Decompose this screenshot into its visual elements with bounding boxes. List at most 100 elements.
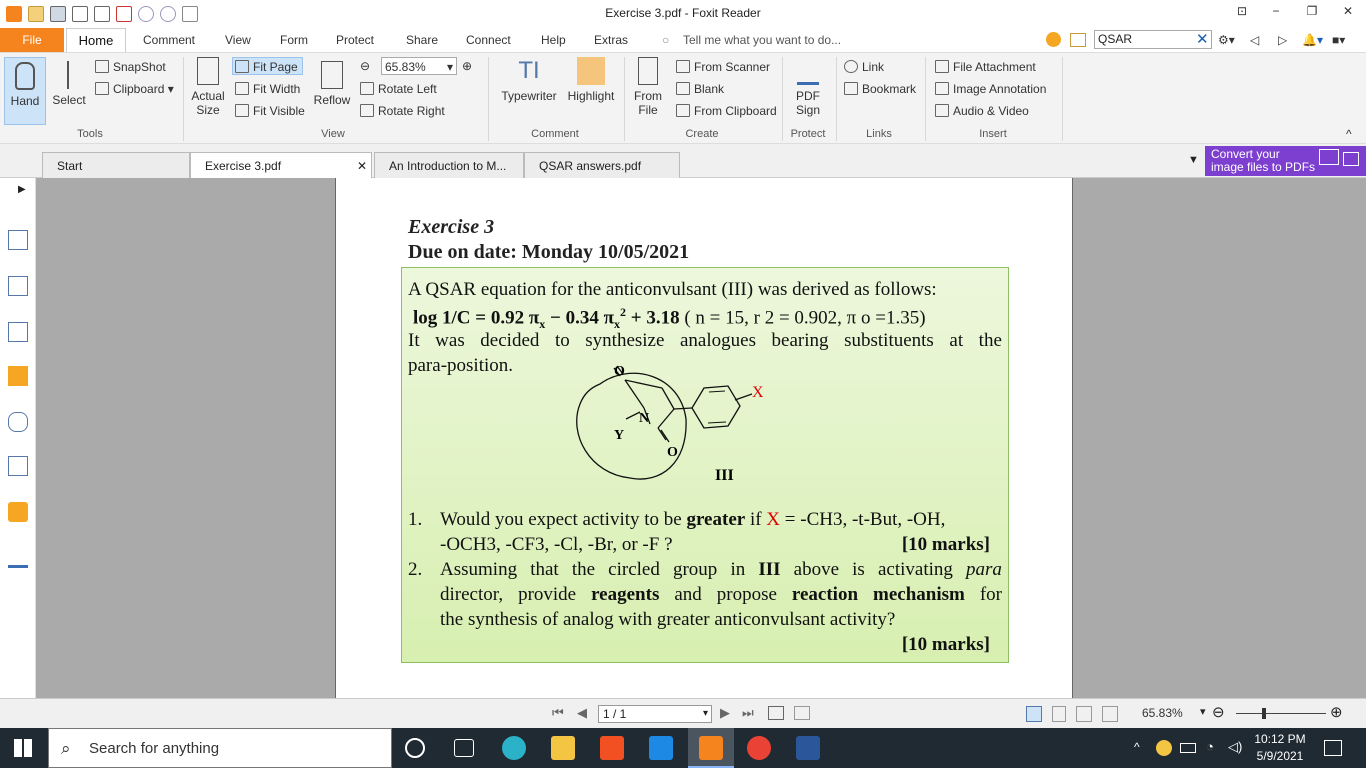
bookmarks-icon[interactable] — [8, 230, 28, 250]
page-number-input[interactable]: 1 / 1 ▾ — [598, 705, 712, 723]
close-button[interactable]: ✕ — [1338, 4, 1358, 22]
last-page-icon[interactable]: ⏭ — [742, 705, 754, 721]
clock[interactable]: 10:12 PM 5/9/2021 — [1250, 731, 1310, 765]
task-view-icon[interactable] — [454, 739, 474, 757]
zoom-slider-handle[interactable] — [1262, 708, 1266, 719]
close-tab-icon[interactable]: ✕ — [357, 153, 367, 179]
zoom-out-icon[interactable]: ⊖ — [360, 57, 370, 75]
from-file-button[interactable]: From File — [628, 57, 668, 125]
volume-icon[interactable]: ◁) — [1228, 739, 1242, 755]
mail-icon[interactable] — [649, 736, 673, 760]
fit-page-button[interactable]: Fit Page — [232, 57, 303, 75]
tab-share[interactable]: Share — [406, 28, 438, 52]
comments-icon[interactable] — [8, 366, 28, 386]
user-icon[interactable]: ■▾ — [1332, 28, 1345, 52]
tab-home[interactable]: Home — [66, 28, 126, 52]
zoom-percentage[interactable]: 65.83% — [1142, 706, 1183, 720]
highlight-button[interactable]: Highlight — [564, 57, 618, 117]
doc-tab-start[interactable]: Start — [42, 152, 190, 178]
file-attachment-button[interactable]: File Attachment — [935, 58, 1036, 76]
previous-page-icon[interactable]: ◀ — [577, 705, 587, 721]
edge-icon[interactable] — [502, 736, 526, 760]
tell-me-input[interactable]: Tell me what you want to do... — [683, 28, 841, 52]
zoom-select[interactable]: 65.83% ▾ — [381, 57, 457, 75]
show-hidden-icons[interactable]: ^ — [1134, 740, 1140, 754]
tab-protect[interactable]: Protect — [336, 28, 374, 52]
bookmark-button[interactable]: Bookmark — [844, 80, 916, 98]
tab-view[interactable]: View — [225, 28, 251, 52]
image-annotation-button[interactable]: Image Annotation — [935, 80, 1046, 98]
layers-icon[interactable] — [8, 322, 28, 342]
tab-connect[interactable]: Connect — [466, 28, 511, 52]
first-page-icon[interactable]: ⏮ — [552, 705, 564, 721]
word-icon[interactable] — [796, 736, 820, 760]
collapse-ribbon-icon[interactable]: ^ — [1346, 125, 1352, 143]
next-page-icon[interactable]: ▶ — [720, 705, 730, 721]
typewriter-button[interactable]: TI Typewriter — [496, 57, 562, 117]
rotate-left-button[interactable]: Rotate Left — [360, 80, 437, 98]
clear-search-icon[interactable]: ✕ — [1196, 28, 1209, 52]
maximize-button[interactable]: ❐ — [1302, 4, 1322, 22]
file-explorer-icon[interactable] — [551, 736, 575, 760]
attachments-icon[interactable] — [8, 412, 28, 432]
pdf-sign-button[interactable]: PDF Sign — [786, 57, 830, 125]
convert-ad-banner[interactable]: Convert your image files to PDFs — [1205, 146, 1366, 176]
blank-button[interactable]: Blank — [676, 80, 724, 98]
select-tool-button[interactable]: Select — [48, 57, 90, 125]
snapshot-button[interactable]: SnapShot — [95, 58, 166, 76]
file-tab[interactable]: File — [0, 28, 64, 52]
pages-icon[interactable] — [8, 276, 28, 296]
pdf-page[interactable]: Exercise 3 Due on date: Monday 10/05/202… — [335, 178, 1073, 698]
doc-tab-exercise-3[interactable]: Exercise 3.pdf ✕ — [190, 152, 372, 178]
prev-result-icon[interactable]: ◁ — [1250, 28, 1259, 52]
wifi-icon[interactable]: ◔ — [1206, 739, 1214, 754]
zoom-slider[interactable] — [1236, 713, 1326, 714]
pen-tools-icon[interactable] — [8, 548, 28, 568]
taskbar-search-input[interactable]: ⌕ Search for anything — [48, 728, 392, 768]
notifications-icon[interactable] — [1324, 740, 1342, 756]
doc-tab-qsar-answers[interactable]: QSAR answers.pdf — [524, 152, 680, 178]
clipboard-button[interactable]: Clipboard ▾ — [95, 80, 174, 98]
next-result-icon[interactable]: ▷ — [1278, 28, 1287, 52]
security-lock-icon[interactable] — [8, 502, 28, 522]
tab-extras[interactable]: Extras — [594, 28, 628, 52]
reflow-button[interactable]: Reflow — [310, 57, 354, 117]
zoom-in-icon[interactable]: ⊕ — [462, 57, 472, 75]
microsoft-store-icon[interactable] — [600, 736, 624, 760]
foxit-taskbar-button[interactable] — [688, 728, 734, 768]
search-input[interactable]: QSAR — [1094, 30, 1212, 49]
battery-icon[interactable] — [1180, 743, 1196, 753]
rotate-right-button[interactable]: Rotate Right — [360, 102, 445, 120]
tab-help[interactable]: Help — [541, 28, 566, 52]
single-page-icon[interactable] — [1026, 706, 1042, 722]
hand-tool-button[interactable]: Hand — [4, 57, 46, 125]
tab-comment[interactable]: Comment — [143, 28, 195, 52]
bell-icon[interactable]: 🔔▾ — [1302, 28, 1323, 52]
fit-width-button[interactable]: Fit Width — [235, 80, 300, 98]
heart-icon[interactable] — [1046, 32, 1061, 47]
fit-visible-button[interactable]: Fit Visible — [235, 102, 305, 120]
signatures-icon[interactable] — [8, 456, 28, 476]
zoom-in-icon[interactable]: ⊕ — [1330, 703, 1343, 721]
previous-view-icon[interactable] — [768, 706, 784, 720]
windows-start-icon[interactable] — [14, 739, 32, 757]
tab-form[interactable]: Form — [280, 28, 308, 52]
from-scanner-button[interactable]: From Scanner — [676, 58, 770, 76]
expand-panel-icon[interactable]: ▶ — [18, 184, 26, 195]
audio-video-button[interactable]: Audio & Video — [935, 102, 1029, 120]
zoom-out-icon[interactable]: ⊖ — [1212, 703, 1225, 721]
facing-page-icon[interactable] — [1076, 706, 1092, 722]
tray-app-icon[interactable] — [1156, 740, 1172, 756]
minimize-button[interactable]: − — [1266, 4, 1286, 22]
find-folder-icon[interactable] — [1070, 33, 1086, 47]
zoom-dropdown-icon[interactable]: ▾ — [1200, 705, 1206, 718]
chrome-icon[interactable] — [747, 736, 771, 760]
settings-icon[interactable]: ⚙▾ — [1218, 28, 1235, 52]
from-clipboard-button[interactable]: From Clipboard — [676, 102, 777, 120]
continuous-page-icon[interactable] — [1052, 706, 1066, 722]
link-button[interactable]: Link — [844, 58, 884, 76]
doc-tab-introduction[interactable]: An Introduction to M... — [374, 152, 524, 178]
cortana-icon[interactable] — [405, 738, 425, 758]
restore-ribbon-icon[interactable]: ⊡ — [1232, 4, 1252, 22]
next-view-icon[interactable] — [794, 706, 810, 720]
